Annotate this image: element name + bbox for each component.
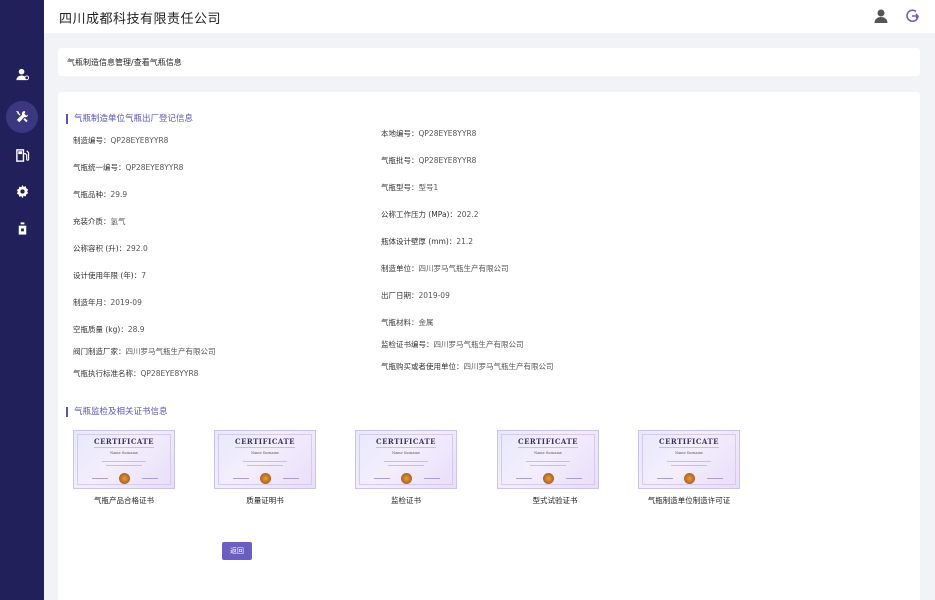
company-name: 四川成都科技有限责任公司 [59,12,222,27]
field-volume: 公称容积 (升)：292.0 [73,244,148,253]
seal-icon [119,473,130,484]
top-header: 四川成都科技有限责任公司 [44,0,935,33]
breadcrumb: 气瓶制造信息管理/查看气瓶信息 [67,58,182,67]
field-medium: 充装介质：氢气 [73,217,126,226]
tools-icon[interactable] [6,101,38,133]
field-valve-maker: 阀门制造厂家：四川罗马气瓶生产有限公司 [73,347,216,356]
field-work-pressure: 公称工作压力 (MPa)：202.2 [381,210,479,219]
field-delivery-date: 出厂日期：2019-09 [381,291,450,300]
back-button[interactable]: 返回 [222,542,252,560]
field-wall-thickness: 瓶体设计壁厚 (mm)：21.2 [381,237,474,246]
field-manufacturer: 制造单位：四川罗马气瓶生产有限公司 [381,264,509,273]
field-manufacture-no: 制造编号：QP28EYE8YYR8 [73,136,169,145]
certificate-label: 质量证明书 [246,496,284,505]
certificate-label: 气瓶产品合格证书 [94,496,154,505]
field-manufacture-date: 制造年月：2019-09 [73,298,142,307]
field-material: 气瓶材料：金属 [381,318,434,327]
certificate-image[interactable]: CERTIFICATE Name Surname [497,430,599,489]
section-certificates-title: 气瓶监检及相关证书信息 [66,407,168,417]
certificate-label: 气瓶制造单位制造许可证 [647,496,731,505]
seal-icon [260,473,271,484]
field-empty-mass: 空瓶质量 (kg)：28.9 [73,325,145,334]
certificate-image[interactable]: CERTIFICATE Name Surname [355,430,457,489]
certificate-label: 监检证书 [391,496,421,505]
certificate-label: 型式试验证书 [532,496,578,505]
cylinder-icon[interactable] [7,213,37,243]
account-icon[interactable] [873,8,889,24]
field-unified-no: 气瓶统一编号：QP28EYE8YYR8 [73,163,184,172]
field-batch-no: 气瓶批号：QP28EYE8YYR8 [381,156,477,165]
seal-icon [543,473,554,484]
field-standard-name: 气瓶执行标准名称：QP28EYE8YYR8 [73,369,199,378]
certificate-image[interactable]: CERTIFICATE Name Surname [214,430,316,489]
field-local-no: 本地编号：QP28EYE8YYR8 [381,129,477,138]
gear-icon[interactable] [7,176,37,206]
sidebar [0,0,44,600]
seal-icon [684,473,695,484]
certificate-image[interactable]: CERTIFICATE Name Surname [73,430,175,489]
breadcrumb-card: 气瓶制造信息管理/查看气瓶信息 [58,48,920,76]
field-variety: 气瓶品种：29.9 [73,190,128,199]
user-icon[interactable] [7,59,37,89]
certificate-image[interactable]: CERTIFICATE Name Surname [638,430,740,489]
field-service-life: 设计使用年限 (年)：7 [73,271,147,280]
logout-icon[interactable] [905,8,921,24]
section-registration-title: 气瓶制造单位气瓶出厂登记信息 [66,114,193,124]
gas-station-icon[interactable] [7,140,37,170]
field-inspection-cert-no: 监检证书编号：四川罗马气瓶生产有限公司 [381,340,524,349]
seal-icon [401,473,412,484]
field-model: 气瓶型号：型号1 [381,183,439,192]
field-buyer: 气瓶购买或者使用单位：四川罗马气瓶生产有限公司 [381,362,554,371]
